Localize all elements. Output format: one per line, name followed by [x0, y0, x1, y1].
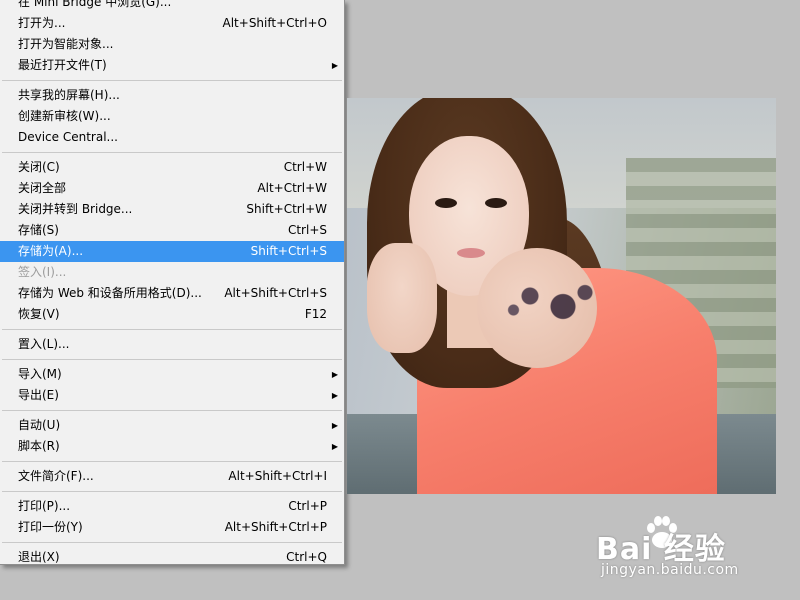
- menu-item-import[interactable]: 导入(M) ▶: [0, 364, 344, 385]
- submenu-arrow-icon: ▶: [331, 391, 338, 400]
- menu-item-place[interactable]: 置入(L)...: [0, 334, 344, 355]
- baidu-jingyan-watermark: Bai 经验 jingyan.baidu.com: [596, 512, 786, 582]
- watermark-url: jingyan.baidu.com: [601, 562, 739, 578]
- submenu-arrow-icon: ▶: [331, 61, 338, 70]
- menu-item-label: 共享我的屏幕(H)...: [18, 88, 120, 102]
- menu-separator: [0, 406, 344, 415]
- menu-item-shortcut: Shift+Ctrl+W: [246, 202, 327, 216]
- submenu-arrow-icon: ▶: [331, 370, 338, 379]
- menu-item-export[interactable]: 导出(E) ▶: [0, 385, 344, 406]
- photo-lips: [457, 248, 485, 258]
- menu-separator: [0, 487, 344, 496]
- menu-item-device-central[interactable]: Device Central...: [0, 127, 344, 148]
- menu-item-automate[interactable]: 自动(U) ▶: [0, 415, 344, 436]
- photo-eye-right: [485, 198, 507, 208]
- submenu-arrow-icon: ▶: [331, 421, 338, 430]
- menu-item-label: 置入(L)...: [18, 337, 70, 351]
- menu-item-label: 导入(M): [18, 367, 62, 381]
- menu-item-label: Device Central...: [18, 130, 118, 144]
- menu-item-print[interactable]: 打印(P)... Ctrl+P: [0, 496, 344, 517]
- menu-item-close-all[interactable]: 关闭全部 Alt+Ctrl+W: [0, 178, 344, 199]
- menu-item-label: 签入(I)...: [18, 265, 67, 279]
- menu-item-shortcut: Alt+Ctrl+W: [257, 181, 327, 195]
- menu-item-shortcut: Shift+Ctrl+S: [250, 244, 327, 258]
- menu-separator: [0, 355, 344, 364]
- menu-item-save[interactable]: 存储(S) Ctrl+S: [0, 220, 344, 241]
- menu-item-label: 存储(S): [18, 223, 59, 237]
- menu-item-exit[interactable]: 退出(X) Ctrl+Q: [0, 547, 344, 564]
- menu-item-check-in: 签入(I)...: [0, 262, 344, 283]
- menu-item-shortcut: Alt+Shift+Ctrl+P: [224, 520, 327, 534]
- submenu-arrow-icon: ▶: [331, 442, 338, 451]
- menu-item-label: 文件简介(F)...: [18, 469, 94, 483]
- menu-item-label: 关闭全部: [18, 181, 67, 195]
- menu-item-browse-mini-bridge[interactable]: 在 Mini Bridge 中浏览(G)...: [0, 0, 344, 13]
- menu-item-close-go-bridge[interactable]: 关闭并转到 Bridge... Shift+Ctrl+W: [0, 199, 344, 220]
- menu-item-scripts[interactable]: 脚本(R) ▶: [0, 436, 344, 457]
- menu-item-close[interactable]: 关闭(C) Ctrl+W: [0, 157, 344, 178]
- menu-separator: [0, 457, 344, 466]
- menu-item-label: 脚本(R): [18, 439, 60, 453]
- menu-separator: [0, 148, 344, 157]
- photo-flower-tattoo: [497, 268, 607, 338]
- menu-item-shortcut: Ctrl+W: [283, 160, 327, 174]
- menu-item-shortcut: Ctrl+P: [288, 499, 327, 513]
- menu-item-shortcut: Alt+Shift+Ctrl+O: [222, 16, 327, 30]
- menu-item-create-review[interactable]: 创建新审核(W)...: [0, 106, 344, 127]
- menu-item-save-as[interactable]: 存储为(A)... Shift+Ctrl+S: [0, 241, 344, 262]
- photo-hand: [367, 243, 437, 353]
- menu-item-shortcut: Ctrl+Q: [286, 550, 327, 564]
- menu-item-label: 创建新审核(W)...: [18, 109, 111, 123]
- menu-item-label: 打开为智能对象...: [18, 37, 114, 51]
- menu-item-save-for-web[interactable]: 存储为 Web 和设备所用格式(D)... Alt+Shift+Ctrl+S: [0, 283, 344, 304]
- menu-item-shortcut: F12: [304, 307, 327, 321]
- menu-item-open-as-smart-object[interactable]: 打开为智能对象...: [0, 34, 344, 55]
- menu-item-label: 在 Mini Bridge 中浏览(G)...: [18, 0, 172, 9]
- menu-item-revert[interactable]: 恢复(V) F12: [0, 304, 344, 325]
- menu-item-shortcut: Ctrl+S: [287, 223, 327, 237]
- menu-separator: [0, 76, 344, 85]
- menu-item-label: 打开为...: [18, 16, 66, 30]
- menu-separator: [0, 538, 344, 547]
- menu-item-share-screen[interactable]: 共享我的屏幕(H)...: [0, 85, 344, 106]
- document-image: [347, 98, 776, 494]
- menu-item-label: 打印一份(Y): [18, 520, 83, 534]
- menu-item-shortcut: Alt+Shift+Ctrl+I: [228, 469, 327, 483]
- menu-item-recent-files[interactable]: 最近打开文件(T) ▶: [0, 55, 344, 76]
- menu-item-label: 退出(X): [18, 550, 60, 564]
- photo-eye-left: [435, 198, 457, 208]
- menu-item-label: 打印(P)...: [18, 499, 71, 513]
- menu-item-file-info[interactable]: 文件简介(F)... Alt+Shift+Ctrl+I: [0, 466, 344, 487]
- menu-item-label: 恢复(V): [18, 307, 60, 321]
- menu-item-label: 存储为 Web 和设备所用格式(D)...: [18, 286, 202, 300]
- file-menu: 在 Mini Bridge 中浏览(G)... 打开为... Alt+Shift…: [0, 0, 345, 565]
- menu-item-label: 最近打开文件(T): [18, 58, 107, 72]
- menu-item-print-one-copy[interactable]: 打印一份(Y) Alt+Shift+Ctrl+P: [0, 517, 344, 538]
- menu-item-label: 关闭并转到 Bridge...: [18, 202, 133, 216]
- menu-item-open-as[interactable]: 打开为... Alt+Shift+Ctrl+O: [0, 13, 344, 34]
- menu-item-label: 自动(U): [18, 418, 61, 432]
- menu-item-label: 关闭(C): [18, 160, 60, 174]
- menu-item-label: 导出(E): [18, 388, 59, 402]
- menu-item-shortcut: Alt+Shift+Ctrl+S: [224, 286, 327, 300]
- menu-separator: [0, 325, 344, 334]
- menu-item-label: 存储为(A)...: [18, 244, 84, 258]
